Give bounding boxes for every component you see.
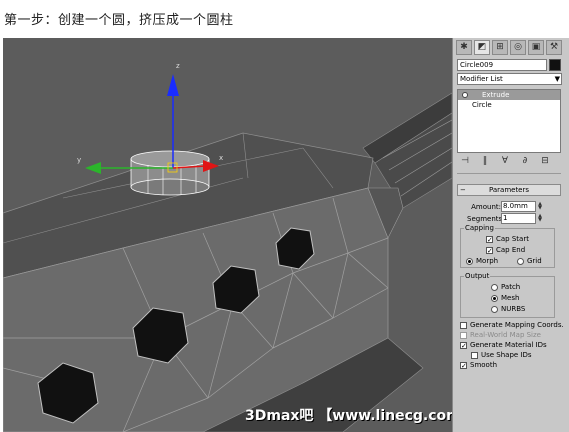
cap-end-label: Cap End (496, 246, 526, 254)
use-shape-row[interactable]: Use Shape IDs (471, 351, 532, 359)
panel-tabs: ✱ ◩ ⊞ ◎ ▣ ⚒ (456, 40, 562, 55)
morph-row[interactable]: Morph (466, 257, 498, 265)
show-end-result-icon[interactable]: ‖ (479, 156, 491, 167)
amount-label: Amount: (471, 202, 501, 211)
nurbs-label: NURBS (501, 305, 526, 313)
capping-title: Capping (464, 224, 495, 232)
grid-row[interactable]: Grid (517, 257, 542, 265)
stack-item-label: Extrude (482, 91, 510, 99)
stack-item-extrude[interactable]: Extrude (458, 90, 560, 100)
smooth-row[interactable]: ✓ Smooth (460, 361, 497, 369)
output-title: Output (464, 272, 491, 280)
parameters-rollout-header[interactable]: − Parameters (457, 184, 561, 196)
nurbs-row[interactable]: NURBS (491, 305, 525, 313)
real-world-row[interactable]: Real-World Map Size (460, 331, 541, 339)
display-icon[interactable]: ▣ (528, 40, 544, 55)
lightbulb-icon[interactable] (462, 92, 468, 98)
smooth-label: Smooth (470, 361, 498, 369)
grid-radio[interactable] (517, 257, 524, 265)
modifier-list-label: Modifier List (460, 75, 503, 83)
command-panel: ✱ ◩ ⊞ ◎ ▣ ⚒ Circle009 Modifier List ▼ Ex… (452, 38, 569, 432)
gen-mapping-row[interactable]: Generate Mapping Coords. (460, 321, 564, 329)
utilities-icon[interactable]: ⚒ (546, 40, 562, 55)
amount-row: Amount: 8.0mm ▲ ▼ (467, 201, 543, 212)
smooth-checkbox[interactable]: ✓ (460, 361, 467, 369)
create-icon[interactable]: ✱ (456, 40, 472, 55)
segments-spinner[interactable]: ▲ ▼ (537, 214, 543, 223)
chevron-down-icon: ▼ (554, 75, 560, 83)
morph-radio[interactable] (466, 257, 473, 265)
object-name-field[interactable]: Circle009 (457, 59, 547, 71)
cap-start-label: Cap Start (496, 235, 529, 243)
morph-label: Morph (476, 257, 499, 265)
use-shape-checkbox[interactable] (471, 351, 478, 359)
capping-group: Capping ✓ Cap Start ✓ Cap End Morph Grid (460, 224, 555, 268)
watermark: 3Dmax吧 【www.linecg.com/tieba/1771】 (245, 408, 452, 424)
mesh-row[interactable]: Mesh (491, 294, 519, 302)
stack-item-circle[interactable]: Circle (458, 100, 560, 110)
modify-icon[interactable]: ◩ (474, 40, 490, 55)
object-color-swatch[interactable] (549, 59, 561, 71)
x-axis-label: x (219, 154, 223, 162)
cap-start-row[interactable]: ✓ Cap Start (486, 235, 529, 243)
segments-label: Segments: (467, 214, 505, 223)
step-caption: 第一步：创建一个圆，挤压成一个圆柱 (4, 13, 234, 28)
pin-stack-icon[interactable]: ⊣ (459, 156, 471, 167)
gen-mapping-label: Generate Mapping Coords. (470, 321, 564, 329)
real-world-label: Real-World Map Size (470, 331, 541, 339)
remove-modifier-icon[interactable]: ∂ (519, 156, 531, 167)
gen-material-checkbox[interactable]: ✓ (460, 341, 467, 349)
gen-mapping-checkbox[interactable] (460, 321, 467, 329)
viewport-scene: z y x (3, 38, 452, 432)
y-axis-label: y (77, 156, 81, 164)
real-world-checkbox[interactable] (460, 331, 467, 339)
patch-radio[interactable] (491, 283, 498, 291)
cap-start-checkbox[interactable]: ✓ (486, 235, 493, 243)
output-group: Output Patch Mesh NURBS (460, 272, 555, 318)
rollout-title: Parameters (488, 186, 530, 194)
z-axis-label: z (176, 62, 180, 70)
modifier-list-dropdown[interactable]: Modifier List ▼ (457, 73, 562, 85)
patch-label: Patch (501, 283, 521, 291)
stack-item-label: Circle (472, 101, 492, 109)
mesh-radio[interactable] (491, 294, 498, 302)
motion-icon[interactable]: ◎ (510, 40, 526, 55)
segments-input[interactable]: 1 (501, 213, 536, 224)
gen-material-row[interactable]: ✓ Generate Material IDs (460, 341, 547, 349)
perspective-viewport[interactable]: z y x 3Dmax吧 【www.linecg.com/tieba/1771】 (3, 38, 452, 432)
stack-toolbar: ⊣ ‖ ∀ ∂ ⊟ (459, 156, 551, 167)
hierarchy-icon[interactable]: ⊞ (492, 40, 508, 55)
make-unique-icon[interactable]: ∀ (499, 156, 511, 167)
grid-label: Grid (527, 257, 542, 265)
modifier-stack: Extrude Circle (457, 89, 561, 153)
cap-end-row[interactable]: ✓ Cap End (486, 246, 525, 254)
selected-cylinder (130, 150, 210, 196)
divider (457, 173, 561, 174)
mesh-label: Mesh (501, 294, 520, 302)
segments-row: Segments: 1 ▲ ▼ (467, 213, 543, 224)
amount-spinner[interactable]: ▲ ▼ (537, 202, 543, 211)
nurbs-radio[interactable] (491, 305, 498, 313)
gen-material-label: Generate Material IDs (470, 341, 547, 349)
use-shape-label: Use Shape IDs (481, 351, 532, 359)
amount-input[interactable]: 8.0mm (501, 201, 536, 212)
configure-sets-icon[interactable]: ⊟ (539, 156, 551, 167)
collapse-icon: − (460, 186, 466, 194)
patch-row[interactable]: Patch (491, 283, 520, 291)
cap-end-checkbox[interactable]: ✓ (486, 246, 493, 254)
